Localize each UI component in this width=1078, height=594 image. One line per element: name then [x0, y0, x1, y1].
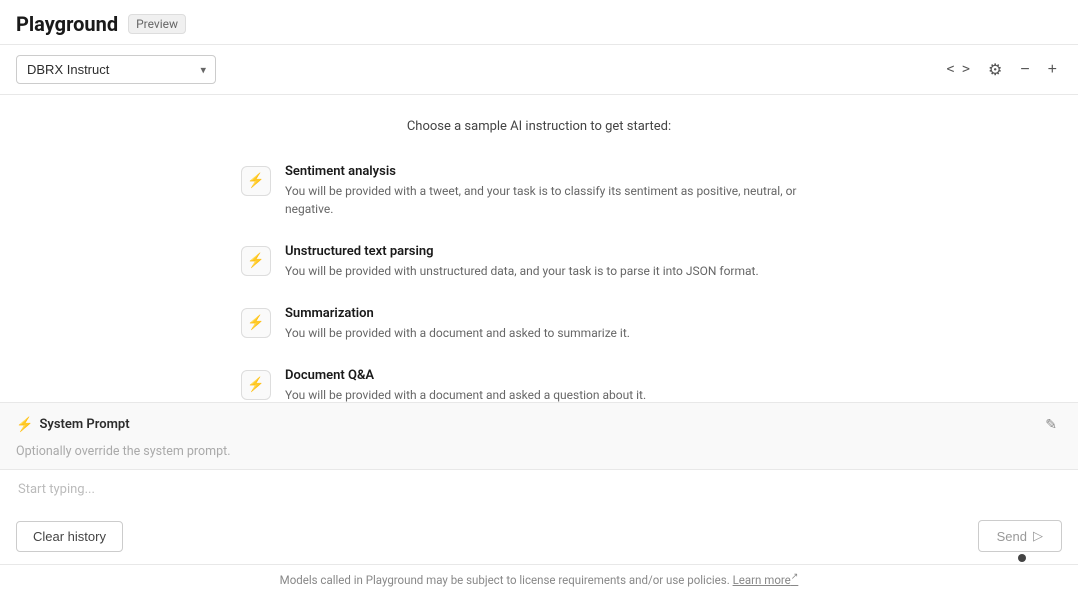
sample-item-desc-sentiment: You will be provided with a tweet, and y… — [285, 182, 837, 218]
sample-item-desc-summarization: You will be provided with a document and… — [285, 324, 630, 342]
system-prompt-text: System Prompt — [39, 417, 129, 432]
sample-item-title-sentiment: Sentiment analysis — [285, 164, 837, 179]
toolbar-icon-group: < > ⚙ − + — [941, 56, 1062, 84]
sample-item-icon-sentiment: ⚡ — [241, 166, 271, 196]
sample-item-parsing[interactable]: ⚡ Unstructured text parsing You will be … — [229, 234, 849, 290]
edit-system-prompt-button[interactable]: ✎ — [1040, 413, 1062, 436]
system-prompt-label: ⚡ System Prompt — [16, 417, 1040, 433]
code-view-button[interactable]: < > — [941, 58, 974, 81]
zoom-out-button[interactable]: − — [1015, 57, 1034, 83]
footer-text: Models called in Playground may be subje… — [280, 573, 730, 587]
edit-icon: ✎ — [1045, 416, 1057, 432]
sample-area: Choose a sample AI instruction to get st… — [0, 95, 1078, 402]
sample-item-icon-parsing: ⚡ — [241, 246, 271, 276]
system-prompt-placeholder: Optionally override the system prompt. — [0, 444, 1078, 469]
sample-item-sentiment[interactable]: ⚡ Sentiment analysis You will be provide… — [229, 154, 849, 228]
plus-icon: + — [1048, 61, 1057, 79]
lightning-icon-2: ⚡ — [247, 253, 264, 269]
sample-item-desc-docqa: You will be provided with a document and… — [285, 386, 646, 402]
clear-history-button[interactable]: Clear history — [16, 521, 123, 552]
sample-list: ⚡ Sentiment analysis You will be provide… — [229, 154, 849, 402]
main-content: Choose a sample AI instruction to get st… — [0, 95, 1078, 564]
lightning-icon-3: ⚡ — [247, 315, 264, 331]
toolbar: DBRX Instruct Llama 2 Mixtral GPT-4 ▾ < … — [0, 45, 1078, 95]
lightning-icon: ⚡ — [247, 173, 264, 189]
sample-item-title-docqa: Document Q&A — [285, 368, 646, 383]
send-arrow-icon: ▷ — [1033, 528, 1043, 544]
page-title: Playground — [16, 12, 118, 36]
sample-title: Choose a sample AI instruction to get st… — [32, 119, 1046, 134]
learn-more-link[interactable]: Learn more↗ — [733, 573, 799, 587]
minus-icon: − — [1020, 61, 1029, 79]
send-button[interactable]: Send ▷ — [978, 520, 1062, 552]
external-link-icon: ↗ — [791, 572, 799, 582]
zoom-in-button[interactable]: + — [1043, 57, 1062, 83]
footer: Models called in Playground may be subje… — [0, 564, 1078, 594]
sample-item-summarization[interactable]: ⚡ Summarization You will be provided wit… — [229, 296, 849, 352]
model-select[interactable]: DBRX Instruct Llama 2 Mixtral GPT-4 — [16, 55, 216, 84]
model-selector-wrapper: DBRX Instruct Llama 2 Mixtral GPT-4 ▾ — [16, 55, 216, 84]
sample-item-icon-summarization: ⚡ — [241, 308, 271, 338]
sample-item-title-summarization: Summarization — [285, 306, 630, 321]
sample-item-desc-parsing: You will be provided with unstructured d… — [285, 262, 759, 280]
input-actions: Clear history Send ▷ — [16, 520, 1062, 552]
lightning-icon-4: ⚡ — [247, 377, 264, 393]
settings-button[interactable]: ⚙ — [983, 56, 1007, 84]
lightning-icon-system: ⚡ — [16, 417, 33, 433]
preview-badge: Preview — [128, 14, 186, 34]
code-icon: < > — [946, 62, 969, 77]
sample-item-docqa[interactable]: ⚡ Document Q&A You will be provided with… — [229, 358, 849, 402]
header: Playground Preview — [0, 0, 1078, 45]
chat-input[interactable]: Start typing... — [16, 482, 1062, 510]
system-prompt-header: ⚡ System Prompt ✎ — [0, 403, 1078, 444]
send-label: Send — [997, 529, 1027, 544]
system-prompt-section: ⚡ System Prompt ✎ Optionally override th… — [0, 402, 1078, 469]
sample-item-icon-docqa: ⚡ — [241, 370, 271, 400]
input-section: Start typing... Clear history Send ▷ — [0, 469, 1078, 564]
sample-item-title-parsing: Unstructured text parsing — [285, 244, 759, 259]
gear-icon: ⚙ — [988, 60, 1002, 80]
